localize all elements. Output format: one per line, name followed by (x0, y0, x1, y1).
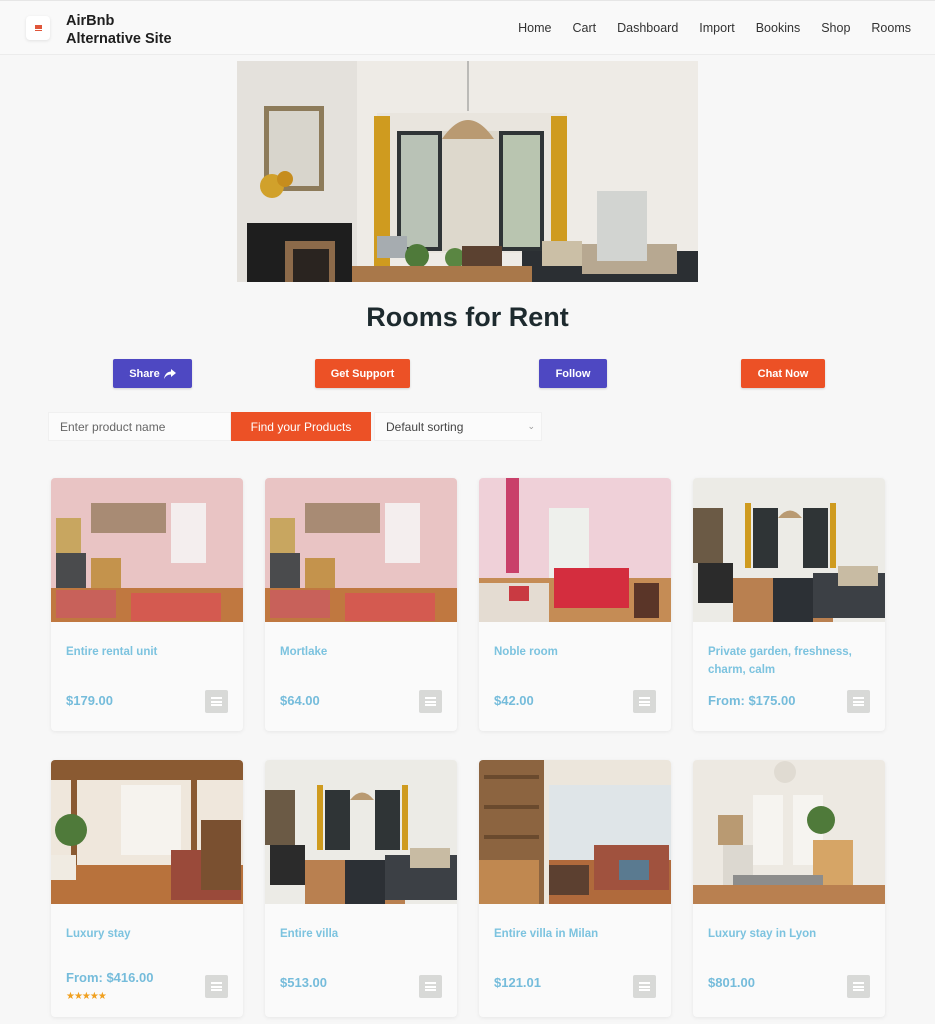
menu-lines-icon (425, 697, 436, 706)
product-title[interactable]: Entire villa (280, 925, 450, 943)
share-button[interactable]: Share (113, 359, 192, 388)
product-price: $64.00 (280, 693, 320, 708)
product-card[interactable]: Mortlake $64.00 (265, 478, 457, 731)
add-to-cart-button[interactable] (205, 975, 228, 998)
follow-button[interactable]: Follow (539, 359, 607, 388)
nav-rooms[interactable]: Rooms (871, 21, 911, 35)
get-support-button[interactable]: Get Support (315, 359, 410, 388)
product-card[interactable]: Luxury stay From: $416.00 ★★★★★ (51, 760, 243, 1017)
page-title: Rooms for Rent (366, 302, 569, 332)
nav-bookings[interactable]: Bookins (756, 21, 800, 35)
product-title[interactable]: Mortlake (280, 643, 450, 661)
product-price: From: $416.00 (66, 970, 154, 985)
product-card[interactable]: Entire villa in Milan $121.01 (479, 760, 671, 1017)
product-image[interactable] (479, 760, 671, 904)
product-search-input[interactable] (48, 412, 231, 441)
product-title[interactable]: Entire villa in Milan (494, 925, 664, 943)
brand-line-2: Alternative Site (66, 31, 172, 47)
add-to-cart-button[interactable] (205, 690, 228, 713)
product-title[interactable]: Luxury stay (66, 925, 236, 943)
nav-cart[interactable]: Cart (573, 21, 597, 35)
chat-now-button[interactable]: Chat Now (741, 359, 825, 388)
find-products-button[interactable]: Find your Products (231, 412, 371, 441)
rating-stars: ★★★★★ (66, 991, 107, 1002)
product-price: $513.00 (280, 975, 327, 990)
site-header: AirBnb Alternative Site Home Cart Dashbo… (0, 0, 935, 55)
brand-line-1: AirBnb (66, 13, 115, 29)
main-nav: Home Cart Dashboard Import Bookins Shop … (497, 21, 911, 35)
sort-selected-value: Default sorting (386, 419, 464, 434)
product-title[interactable]: Luxury stay in Lyon (708, 925, 878, 943)
product-price: $121.01 (494, 975, 541, 990)
product-image[interactable] (265, 760, 457, 904)
product-image[interactable] (51, 478, 243, 622)
product-image[interactable] (51, 760, 243, 904)
product-card[interactable]: Luxury stay in Lyon $801.00 (693, 760, 885, 1017)
sort-select[interactable]: Default sorting ⌄ (374, 412, 542, 441)
chevron-down-icon: ⌄ (527, 421, 535, 431)
nav-dashboard[interactable]: Dashboard (617, 21, 678, 35)
add-to-cart-button[interactable] (847, 690, 870, 713)
product-title[interactable]: Entire rental unit (66, 643, 236, 661)
product-title[interactable]: Noble room (494, 643, 664, 661)
add-to-cart-button[interactable] (633, 975, 656, 998)
product-card[interactable]: Entire rental unit $179.00 (51, 478, 243, 731)
add-to-cart-button[interactable] (847, 975, 870, 998)
product-price: $42.00 (494, 693, 534, 708)
menu-lines-icon (853, 982, 864, 991)
hero-image (237, 61, 698, 282)
product-price: $179.00 (66, 693, 113, 708)
product-card[interactable]: Private garden, freshness, charm, calm F… (693, 478, 885, 731)
product-title[interactable]: Private garden, freshness, charm, calm (708, 643, 878, 679)
menu-lines-icon (425, 982, 436, 991)
menu-lines-icon (853, 697, 864, 706)
product-price: $801.00 (708, 975, 755, 990)
nav-home[interactable]: Home (518, 21, 551, 35)
menu-lines-icon (211, 982, 222, 991)
product-image[interactable] (693, 760, 885, 904)
site-brand[interactable]: AirBnb Alternative Site (66, 12, 172, 48)
add-to-cart-button[interactable] (419, 690, 442, 713)
product-card[interactable]: Noble room $42.00 (479, 478, 671, 731)
share-label: Share (129, 367, 160, 380)
product-image[interactable] (479, 478, 671, 622)
menu-lines-icon (211, 697, 222, 706)
add-to-cart-button[interactable] (633, 690, 656, 713)
menu-toggle-button[interactable] (26, 16, 50, 40)
nav-import[interactable]: Import (699, 21, 734, 35)
add-to-cart-button[interactable] (419, 975, 442, 998)
menu-lines-icon (639, 697, 650, 706)
nav-shop[interactable]: Shop (821, 21, 850, 35)
product-price: From: $175.00 (708, 693, 796, 708)
share-arrow-icon (163, 368, 176, 379)
hamburger-icon (34, 25, 42, 32)
product-card[interactable]: Entire villa $513.00 (265, 760, 457, 1017)
menu-lines-icon (639, 982, 650, 991)
product-image[interactable] (265, 478, 457, 622)
product-image[interactable] (693, 478, 885, 622)
